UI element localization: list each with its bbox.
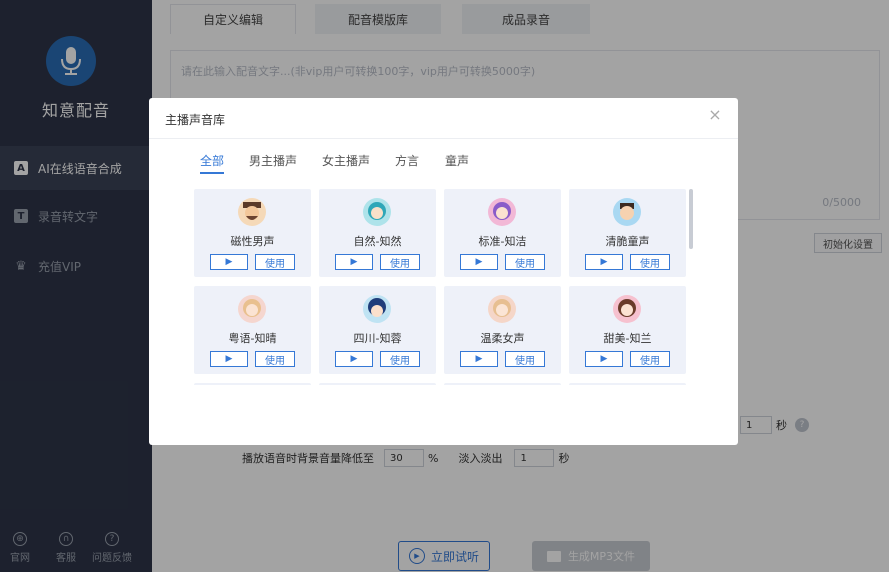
voice-card[interactable] [444, 383, 561, 385]
voice-card[interactable]: 标准-知洁 ▶ 使用 [444, 189, 561, 277]
voice-card[interactable]: 清脆童声 ▶ 使用 [569, 189, 686, 277]
modal-title: 主播声音库 [165, 113, 226, 127]
voice-card[interactable]: 温柔女声 ▶ 使用 [444, 286, 561, 374]
filter-female[interactable]: 女主播声 [322, 152, 370, 172]
voice-card[interactable] [569, 383, 686, 385]
voice-card[interactable]: 甜美-知兰 ▶ 使用 [569, 286, 686, 374]
avatar-icon [613, 295, 641, 323]
avatar-icon [238, 198, 266, 226]
play-button[interactable]: ▶ [335, 351, 373, 367]
voice-library-modal: 主播声音库 × 全部 男主播声 女主播声 方言 童声 磁性男声 ▶ 使用 自然-… [149, 98, 738, 445]
voice-grid: 磁性男声 ▶ 使用 自然-知然 ▶ 使用 标准-知洁 ▶ 使用 清脆童声 ▶ 使… [194, 189, 694, 385]
avatar-icon [363, 295, 391, 323]
play-button[interactable]: ▶ [210, 351, 248, 367]
play-button[interactable]: ▶ [335, 254, 373, 270]
voice-card[interactable]: 自然-知然 ▶ 使用 [319, 189, 436, 277]
avatar-icon [363, 198, 391, 226]
play-button[interactable]: ▶ [585, 254, 623, 270]
use-button[interactable]: 使用 [255, 351, 295, 367]
use-button[interactable]: 使用 [380, 351, 420, 367]
voice-card[interactable]: 四川-知蓉 ▶ 使用 [319, 286, 436, 374]
filter-male[interactable]: 男主播声 [249, 152, 297, 172]
use-button[interactable]: 使用 [505, 254, 545, 270]
close-icon[interactable]: × [708, 107, 722, 123]
use-button[interactable]: 使用 [255, 254, 295, 270]
voice-card[interactable] [319, 383, 436, 385]
modal-header: 主播声音库 × [149, 98, 738, 139]
play-button[interactable]: ▶ [460, 254, 498, 270]
filter-dialect[interactable]: 方言 [395, 152, 419, 172]
use-button[interactable]: 使用 [505, 351, 545, 367]
voice-card[interactable] [194, 383, 311, 385]
play-button[interactable]: ▶ [585, 351, 623, 367]
avatar-icon [488, 295, 516, 323]
avatar-icon [613, 198, 641, 226]
use-button[interactable]: 使用 [630, 351, 670, 367]
voice-card[interactable]: 磁性男声 ▶ 使用 [194, 189, 311, 277]
use-button[interactable]: 使用 [380, 254, 420, 270]
avatar-icon [238, 295, 266, 323]
filter-child[interactable]: 童声 [445, 152, 469, 172]
play-button[interactable]: ▶ [460, 351, 498, 367]
voice-card[interactable]: 粤语-知晴 ▶ 使用 [194, 286, 311, 374]
play-button[interactable]: ▶ [210, 254, 248, 270]
use-button[interactable]: 使用 [630, 254, 670, 270]
filter-all[interactable]: 全部 [200, 152, 225, 174]
avatar-icon [488, 198, 516, 226]
voice-grid-scrollbar[interactable] [689, 189, 693, 249]
